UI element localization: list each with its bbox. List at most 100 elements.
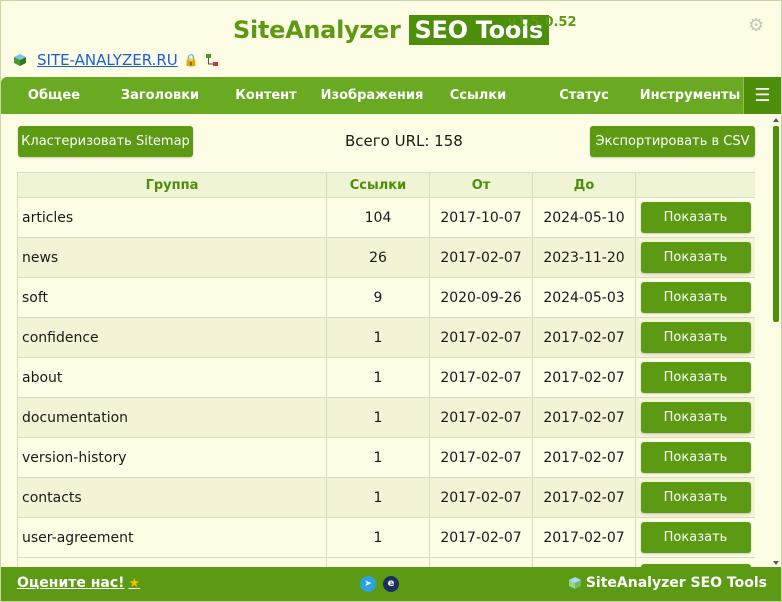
cube-icon	[568, 577, 581, 589]
cell-to: 2017-02-07	[532, 317, 636, 358]
column-header-from[interactable]: От	[429, 172, 533, 198]
cell-action: Показать	[635, 317, 755, 358]
show-button[interactable]: Показать	[640, 202, 751, 233]
tab-images[interactable]: Изображения	[319, 77, 425, 114]
cell-group: version-history	[17, 437, 327, 478]
cell-to: 2024-05-10	[532, 197, 636, 238]
table-row[interactable]: articles 104 2017-10-07 2024-05-10 Показать	[17, 197, 755, 238]
rate-us-label[interactable]: Оцените нас!	[17, 575, 125, 591]
table-header-row: Группа Ссылки От До	[17, 172, 755, 198]
main-nav: Общее Заголовки Контент Изображения Ссыл…	[1, 77, 781, 114]
cell-group: confidence	[17, 317, 327, 358]
cell-links: 1	[326, 357, 430, 398]
site-link[interactable]: SITE-ANALYZER.RU	[37, 51, 178, 69]
cell-links: 1	[326, 317, 430, 358]
lock-icon: 🔒	[183, 53, 199, 67]
table-row[interactable]: user-agreement 1 2017-02-07 2017-02-07 Показ…	[17, 517, 755, 558]
vertical-scrollbar[interactable]	[771, 116, 781, 567]
cell-to: 2017-02-07	[532, 517, 636, 558]
rate-us-link[interactable]: Оцените нас! ★	[17, 575, 140, 591]
table-row[interactable]: confidence 1 2017-02-07 2017-02-07 Показать	[17, 317, 755, 358]
app-title: SiteAnalyzer SEO Tools	[1, 13, 781, 47]
table-row[interactable]: contacts 1 2017-02-07 2017-02-07 Показать	[17, 477, 755, 518]
cell-to: 2023-11-20	[532, 237, 636, 278]
cell-from: 2017-02-07	[429, 357, 533, 398]
column-header-links[interactable]: Ссылки	[326, 172, 430, 198]
tab-headings[interactable]: Заголовки	[107, 77, 213, 114]
table-row[interactable]: version-history 1 2017-02-07 2017-02-07 Пока…	[17, 437, 755, 478]
gear-icon[interactable]: ⚙	[748, 17, 766, 35]
scroll-up-icon[interactable]	[773, 118, 779, 122]
show-button[interactable]: Показать	[640, 482, 751, 513]
show-button[interactable]: Показать	[640, 322, 751, 353]
tab-links[interactable]: Ссылки	[425, 77, 531, 114]
footer-brand-label: SiteAnalyzer SEO Tools	[585, 575, 767, 591]
cell-links: 1	[326, 517, 430, 558]
cell-from: 2017-02-07	[429, 237, 533, 278]
total-url-count: Всего URL: 158	[345, 132, 463, 150]
show-button[interactable]: Показать	[640, 442, 751, 473]
cell-from: 2017-02-07	[429, 397, 533, 438]
cell-to: 2017-02-07	[532, 477, 636, 518]
table-row[interactable]: news 26 2017-02-07 2023-11-20 Показать	[17, 237, 755, 278]
cell-group: soft	[17, 277, 327, 318]
cell-action: Показать	[635, 437, 755, 478]
cube-icon	[14, 54, 26, 66]
cell-action: Показать	[635, 237, 755, 278]
cell-group: user-agreement	[17, 517, 327, 558]
app-header: SiteAnalyzer SEO Tools v1.5.0.52 ⚙ SITE-…	[1, 1, 781, 77]
table-row[interactable]: documentation 1 2017-02-07 2017-02-07 Показа…	[17, 397, 755, 438]
cell-action: Показать	[635, 517, 755, 558]
cell-group: about	[17, 357, 327, 398]
cell-action: Показать	[635, 397, 755, 438]
cell-from: 2020-09-26	[429, 277, 533, 318]
site-row: SITE-ANALYZER.RU 🔒	[13, 50, 219, 70]
cell-action: Показать	[635, 277, 755, 318]
show-button[interactable]: Показать	[640, 362, 751, 393]
cell-group: news	[17, 237, 327, 278]
cell-links: 9	[326, 277, 430, 318]
sitemap-icon[interactable]	[205, 53, 219, 67]
cell-from	[429, 557, 533, 567]
column-header-to[interactable]: До	[532, 172, 636, 198]
column-header-action	[635, 172, 755, 198]
cell-from: 2017-10-07	[429, 197, 533, 238]
cell-to: 2017-02-07	[532, 437, 636, 478]
cell-to: 2017-02-07	[532, 397, 636, 438]
cell-links: 1	[326, 437, 430, 478]
table-row[interactable]: soft 9 2020-09-26 2024-05-03 Показать	[17, 277, 755, 318]
tab-tools[interactable]: Инструменты	[637, 77, 743, 114]
scroll-down-icon[interactable]	[773, 561, 779, 565]
table-row[interactable]	[17, 557, 755, 567]
cell-action	[635, 557, 755, 567]
brand-name: SiteAnalyzer	[233, 16, 401, 44]
cell-action: Показать	[635, 197, 755, 238]
scroll-thumb[interactable]	[773, 126, 779, 322]
show-button[interactable]: Показать	[640, 522, 751, 553]
show-button[interactable]: Показать	[640, 242, 751, 273]
cell-links: 26	[326, 237, 430, 278]
cell-to: 2017-02-07	[532, 357, 636, 398]
tab-content[interactable]: Контент	[213, 77, 319, 114]
tab-status[interactable]: Статус	[531, 77, 637, 114]
cell-group: articles	[17, 197, 327, 238]
cluster-sitemap-button[interactable]: Кластеризовать Sitemap	[18, 126, 193, 157]
telegram-icon[interactable]: ➤	[360, 576, 376, 592]
cell-from: 2017-02-07	[429, 437, 533, 478]
export-csv-button[interactable]: Экспортировать в CSV	[590, 126, 755, 157]
show-button[interactable]: Показать	[640, 282, 751, 313]
extension-icon[interactable]: e	[383, 576, 399, 592]
cell-action: Показать	[635, 357, 755, 398]
cell-links: 104	[326, 197, 430, 238]
cell-links: 1	[326, 397, 430, 438]
show-button[interactable]: Показать	[640, 402, 751, 433]
cell-to	[532, 557, 636, 567]
hamburger-icon[interactable]: ☰	[743, 77, 781, 114]
footer-brand[interactable]: SiteAnalyzer SEO Tools	[568, 575, 767, 591]
cell-from: 2017-02-07	[429, 517, 533, 558]
cell-links	[326, 557, 430, 567]
table-row[interactable]: about 1 2017-02-07 2017-02-07 Показать	[17, 357, 755, 398]
tab-general[interactable]: Общее	[1, 77, 107, 114]
column-header-group[interactable]: Группа	[17, 172, 327, 198]
star-icon: ★	[128, 576, 141, 591]
